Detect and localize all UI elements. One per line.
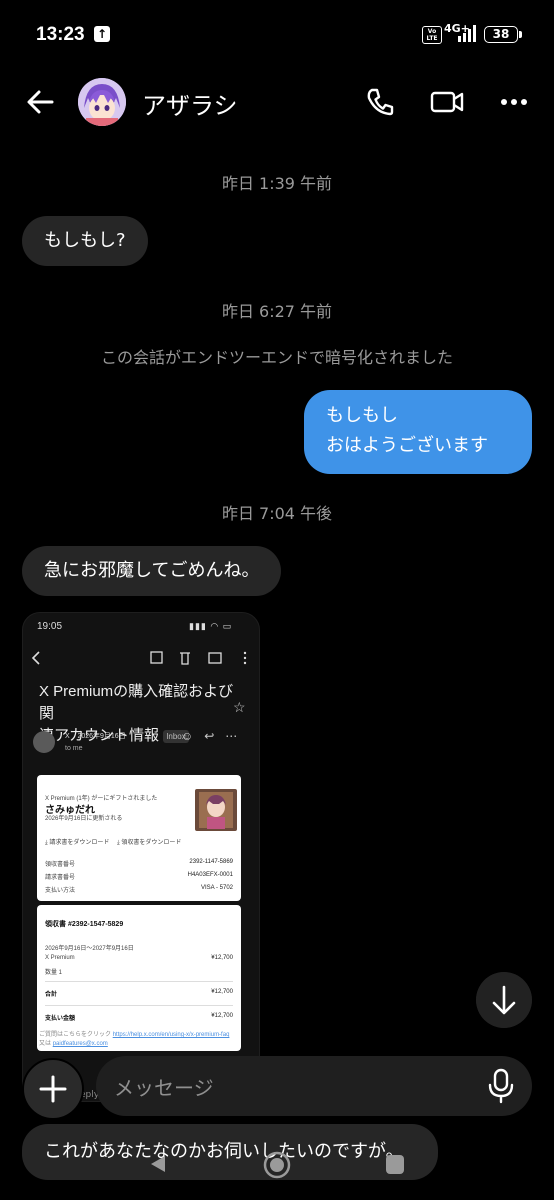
contact-avatar[interactable] (78, 78, 126, 126)
invoice-number-label: 請求書番号 (45, 875, 76, 881)
plus-icon (39, 1075, 67, 1103)
invoice-number-value: H4A03EFX-0001 (187, 872, 233, 878)
payment-method-value: VISA - 5702 (200, 885, 233, 891)
receipt-title: 領収書 #2392-1547-5829 (45, 921, 124, 928)
recipient-line: to me (65, 745, 83, 752)
screenshot-status-icons: ▮▮▮ ◠ ▭ (189, 621, 233, 631)
volte-icon: Vo LTE (422, 26, 442, 44)
email-action-icons: ☺↩⋯ (181, 729, 249, 743)
add-attachment-button[interactable] (22, 1058, 84, 1120)
message-timestamp: 昨日 6:27 午前 (221, 302, 333, 321)
download-invoice-link: ⤓ 領収書をダウンロード (117, 840, 182, 846)
divider (45, 981, 233, 982)
total-label: 合計 (45, 992, 58, 998)
contact-name[interactable]: アザラシ (142, 86, 238, 121)
paid-value: ¥12,700 (211, 1013, 233, 1019)
item-quantity: 数量 1 (45, 970, 63, 976)
gift-date: 2026年9月16日に更新される (45, 816, 123, 822)
screenshot-status-time: 19:05 (37, 621, 63, 632)
download-receipt-link: ⤓ 請求書をダウンロード (45, 840, 110, 846)
incoming-message[interactable]: これがあなたなのかお伺いしたいのですが。 (22, 1124, 438, 1180)
footer-prefix: ご質問はこちらをクリック (39, 1032, 112, 1038)
outgoing-message-line: おはようございます (326, 435, 488, 456)
nav-recent-apps-icon[interactable] (384, 1152, 406, 1176)
avatar-image (78, 78, 126, 126)
footer-mid: 又は (39, 1041, 52, 1047)
sent-date: 2026年9月16日 (77, 733, 126, 740)
item-name: X Premium (45, 955, 75, 961)
upload-notification-icon: ↑ (94, 26, 110, 42)
incoming-message[interactable]: もしもし? (22, 216, 148, 266)
nav-home-icon[interactable] (262, 1150, 292, 1180)
paid-label: 支払い金額 (45, 1016, 76, 1022)
signal-strength-icon (458, 25, 476, 42)
billing-period: 2026年9月16日〜2027年9月16日 (45, 946, 134, 952)
outgoing-message[interactable]: もしもし おはようございます (304, 390, 532, 474)
incoming-message[interactable]: 急にお邪魔してごめんね。 (22, 546, 282, 596)
support-footer: ご質問はこちらをクリック https://help.x.com/en/using… (39, 1031, 251, 1049)
battery-icon: 38 (484, 26, 522, 43)
back-arrow-icon[interactable] (22, 84, 58, 120)
screenshot-mail-toolbar (31, 651, 247, 665)
gift-card: X Premium (1年) がーにギフトされました さみゅだれ 2026年9月… (37, 775, 241, 901)
more-options-icon[interactable] (496, 84, 532, 120)
nav-back-icon[interactable] (146, 1152, 170, 1176)
download-invoice-label: 領収書をダウンロード (121, 840, 182, 846)
gift-thumbnail-art (199, 792, 233, 829)
sender-name: X (65, 733, 70, 740)
message-input-placeholder: メッセージ (114, 1076, 214, 1100)
battery-level: 38 (492, 27, 510, 41)
sender-avatar (33, 731, 55, 753)
scroll-to-bottom-icon[interactable] (476, 972, 532, 1028)
video-call-icon[interactable] (428, 84, 466, 120)
divider (45, 1005, 233, 1006)
outgoing-message-line: もしもし (326, 405, 398, 426)
subject-line: X Premiumの購入確認および関 (39, 683, 234, 722)
download-receipt-label: 請求書をダウンロード (49, 840, 110, 846)
item-price: ¥12,700 (211, 955, 233, 961)
support-email-link: paidfeatures@x.com (52, 1041, 108, 1047)
receipt-number-value: 2392-1147-5869 (189, 859, 233, 865)
faq-link: https://help.x.com/en/using-x/x-premium-… (112, 1032, 230, 1038)
receipt-number-label: 領収書番号 (45, 862, 76, 868)
message-timestamp: 昨日 7:04 午後 (221, 504, 333, 523)
star-icon: ☆ (233, 699, 246, 715)
encryption-notice: この会話がエンドツーエンドで暗号化されました (100, 348, 453, 367)
status-time: 13:23 (36, 24, 85, 45)
shared-screenshot-image[interactable]: 19:05 ▮▮▮ ◠ ▭ X Premiumの購入確認および関 連アカウント情… (22, 612, 260, 1102)
gift-thumbnail (195, 789, 237, 831)
microphone-icon[interactable] (484, 1066, 518, 1106)
message-timestamp: 昨日 1:39 午前 (221, 174, 333, 193)
phone-call-icon[interactable] (362, 84, 398, 120)
receipt-card: 領収書 #2392-1547-5829 2026年9月16日〜2027年9月16… (37, 905, 241, 1051)
payment-method-label: 支払い方法 (45, 888, 76, 894)
total-value: ¥12,700 (211, 989, 233, 995)
sender-line: X 2026年9月16日 (65, 731, 126, 741)
